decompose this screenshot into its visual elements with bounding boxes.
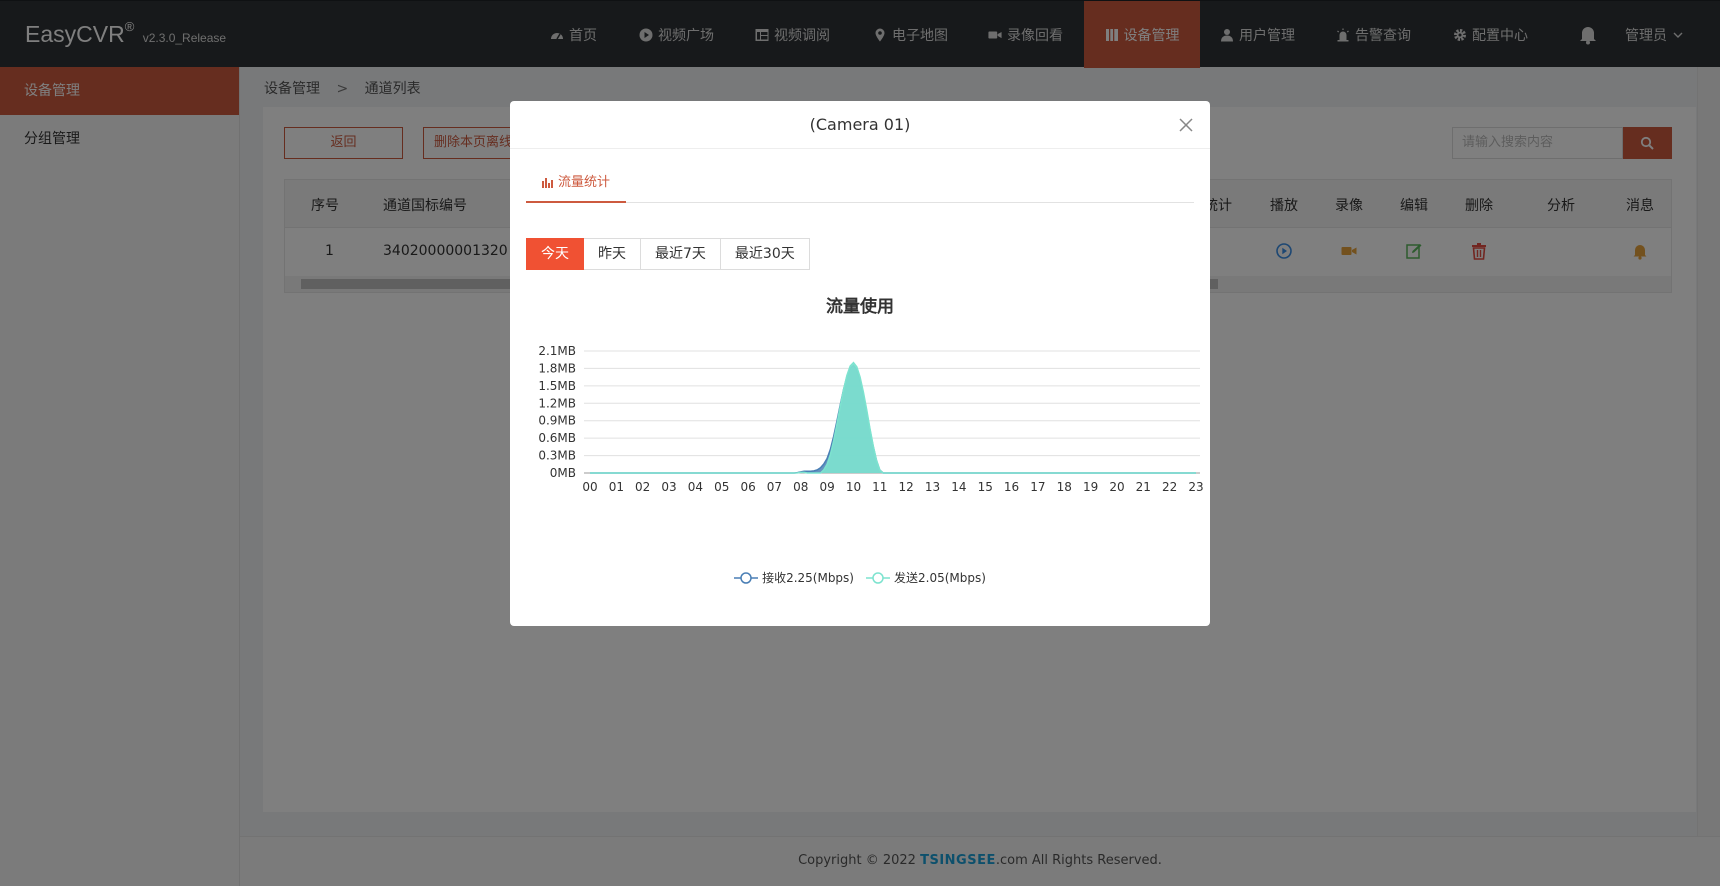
y-tick-label: 1.2MB <box>538 396 576 410</box>
y-tick-label: 0.9MB <box>538 414 576 428</box>
traffic-stats-modal: (Camera 01) 流量统计 今天 昨天 最近7天 最近30天 流量使用 0… <box>510 101 1210 626</box>
x-tick-label: 23 <box>1188 480 1203 494</box>
x-tick-label: 10 <box>846 480 861 494</box>
x-tick-label: 02 <box>635 480 650 494</box>
x-tick-label: 00 <box>582 480 597 494</box>
x-tick-label: 08 <box>793 480 808 494</box>
y-tick-label: 0MB <box>550 466 576 480</box>
x-tick-label: 17 <box>1030 480 1045 494</box>
x-tick-label: 04 <box>688 480 703 494</box>
y-tick-label: 1.5MB <box>538 379 576 393</box>
legend-send[interactable]: 发送2.05(Mbps) <box>866 569 986 586</box>
x-tick-label: 13 <box>925 480 940 494</box>
modal-header: (Camera 01) <box>510 101 1210 149</box>
time-range-selector: 今天 昨天 最近7天 最近30天 <box>526 238 810 270</box>
legend-marker-icon <box>866 571 890 584</box>
x-tick-label: 18 <box>1057 480 1072 494</box>
range-today-button[interactable]: 今天 <box>526 238 584 270</box>
x-tick-label: 15 <box>978 480 993 494</box>
y-tick-label: 2.1MB <box>538 344 576 358</box>
legend-marker-icon <box>734 571 759 584</box>
x-tick-label: 16 <box>1004 480 1019 494</box>
x-tick-label: 09 <box>819 480 834 494</box>
x-tick-label: 05 <box>714 480 729 494</box>
series-line-1 <box>590 361 1196 474</box>
y-tick-label: 0.6MB <box>538 431 576 445</box>
x-tick-label: 14 <box>951 480 966 494</box>
close-icon[interactable] <box>1178 117 1194 133</box>
y-tick-label: 0.3MB <box>538 449 576 463</box>
chart-title: 流量使用 <box>826 297 894 317</box>
series-area-0 <box>590 365 1196 473</box>
x-tick-label: 03 <box>661 480 676 494</box>
series-area-1 <box>590 362 1196 473</box>
range-yesterday-button[interactable]: 昨天 <box>584 238 641 270</box>
x-tick-label: 06 <box>740 480 755 494</box>
x-tick-label: 22 <box>1162 480 1177 494</box>
bar-chart-icon <box>542 178 553 188</box>
legend-receive[interactable]: 接收2.25(Mbps) <box>734 569 854 586</box>
modal-tabs: 流量统计 <box>526 165 1194 203</box>
x-tick-label: 11 <box>872 480 887 494</box>
range-7days-button[interactable]: 最近7天 <box>641 238 721 270</box>
legend-send-label: 发送2.05(Mbps) <box>894 571 986 585</box>
x-tick-label: 01 <box>609 480 624 494</box>
legend-receive-label: 接收2.25(Mbps) <box>762 571 854 585</box>
chart-legend: 接收2.25(Mbps) 发送2.05(Mbps) <box>510 569 1210 586</box>
modal-title: (Camera 01) <box>809 115 911 134</box>
x-tick-label: 20 <box>1109 480 1124 494</box>
series-line-0 <box>590 364 1196 474</box>
tab-label: 流量统计 <box>558 175 611 190</box>
x-tick-label: 07 <box>767 480 782 494</box>
x-tick-label: 21 <box>1136 480 1151 494</box>
x-tick-label: 12 <box>899 480 914 494</box>
range-30days-button[interactable]: 最近30天 <box>720 238 810 270</box>
tab-traffic-stats[interactable]: 流量统计 <box>526 165 627 203</box>
y-tick-label: 1.8MB <box>538 361 576 375</box>
x-tick-label: 19 <box>1083 480 1098 494</box>
traffic-chart: 0MB 0.3MB 0.6MB 0.9MB 1.2MB 1.5MB 1.8MB 2.1MB 00… <box>538 344 1203 494</box>
